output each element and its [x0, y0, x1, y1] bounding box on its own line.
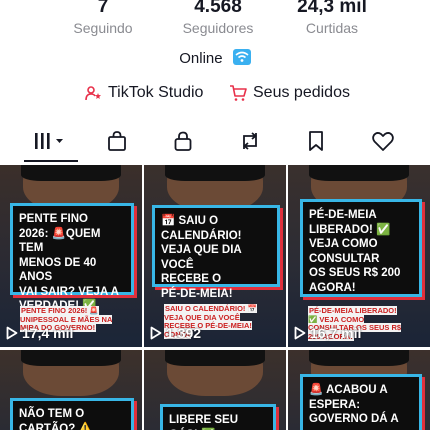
video-title-text: NÃO TEM O CARTÃO? ⚠️ VEJA: [19, 408, 93, 430]
following-stat[interactable]: 7 Seguindo: [60, 0, 146, 37]
lock-icon: [172, 130, 194, 157]
followers-label: Seguidores: [182, 20, 254, 36]
online-status: Online: [0, 49, 430, 67]
view-count: 1.392: [150, 325, 201, 341]
video-thumbnail[interactable]: PÉ-DE-MEIA LIBERADO! ✅ VEJA COMO CONSULT…: [288, 165, 430, 347]
tab-private[interactable]: [163, 126, 203, 160]
view-count: 17,4 mil: [6, 325, 73, 341]
tab-liked[interactable]: [363, 126, 403, 160]
studio-icon: [84, 84, 102, 102]
bag-icon: [106, 130, 128, 157]
video-grid: PENTE FINO 2026: 🚨QUEM TEM MENOS DE 40 A…: [0, 165, 430, 430]
tab-videos[interactable]: [24, 126, 78, 162]
likes-stat[interactable]: 24,3 mil Curtidas: [284, 0, 380, 37]
video-title-card: PÉ-DE-MEIA LIBERADO! ✅ VEJA COMO CONSULT…: [300, 199, 422, 297]
following-count: 7: [97, 0, 109, 17]
play-icon: [150, 326, 162, 340]
video-title-text: LIBERE SEU GÁS! ✅: [169, 414, 239, 430]
video-title-card: NÃO TEM O CARTÃO? ⚠️ VEJA: [10, 398, 134, 430]
likes-count: 24,3 mil: [297, 0, 367, 17]
profile-tabs: [0, 126, 430, 162]
following-label: Seguindo: [73, 20, 133, 36]
tiktok-studio-label: TikTok Studio: [108, 84, 204, 101]
view-count: 16,7 mil: [294, 325, 361, 341]
video-thumbnail[interactable]: 🚨 ACABOU A ESPERA: GOVERNO DÁ A: [288, 350, 430, 430]
profile-stats: 7 Seguindo 4.568 Seguidores 24,3 mil Cur…: [0, 0, 430, 42]
tab-shop[interactable]: [97, 126, 137, 160]
cart-icon: [229, 84, 247, 102]
video-thumbnail[interactable]: LIBERE SEU GÁS! ✅: [144, 350, 286, 430]
play-icon: [294, 326, 306, 340]
video-thumbnail[interactable]: PENTE FINO 2026: 🚨QUEM TEM MENOS DE 40 A…: [0, 165, 142, 347]
heart-icon: [371, 130, 395, 157]
video-title-card: 🚨 ACABOU A ESPERA: GOVERNO DÁ A: [300, 374, 422, 430]
video-title-text: 📅 SAIU O CALENDÁRIO! VEJA QUE DIA VOCÊ R…: [161, 215, 242, 300]
online-status-text: Online: [179, 50, 223, 67]
bookmark-icon: [306, 130, 326, 157]
tab-reposts[interactable]: [230, 126, 270, 160]
tab-favorites[interactable]: [296, 126, 336, 160]
followers-stat[interactable]: 4.568 Seguidores: [166, 0, 270, 37]
orders-button[interactable]: Seus pedidos: [229, 84, 350, 102]
orders-label: Seus pedidos: [253, 84, 350, 101]
repost-icon: [238, 130, 262, 157]
video-thumbnail[interactable]: 📅 SAIU O CALENDÁRIO! VEJA QUE DIA VOCÊ R…: [144, 165, 286, 347]
video-thumbnail[interactable]: NÃO TEM O CARTÃO? ⚠️ VEJA: [0, 350, 142, 430]
play-icon: [6, 326, 18, 340]
video-title-text: PÉ-DE-MEIA LIBERADO! ✅ VEJA COMO CONSULT…: [309, 209, 401, 294]
likes-label: Curtidas: [305, 20, 359, 36]
profile-actions: TikTok Studio Seus pedidos: [0, 84, 430, 108]
grid-icon: [32, 131, 68, 156]
video-title-card: 📅 SAIU O CALENDÁRIO! VEJA QUE DIA VOCÊ R…: [152, 205, 280, 300]
video-title-text: 🚨 ACABOU A ESPERA: GOVERNO DÁ A: [309, 384, 399, 425]
video-title-card: PENTE FINO 2026: 🚨QUEM TEM MENOS DE 40 A…: [10, 203, 134, 312]
video-title-text: PENTE FINO 2026: 🚨QUEM TEM MENOS DE 40 A…: [19, 213, 119, 312]
tiktok-studio-button[interactable]: TikTok Studio: [84, 84, 203, 102]
video-title-card: LIBERE SEU GÁS! ✅: [160, 404, 276, 430]
followers-count: 4.568: [194, 0, 242, 17]
wifi-icon: [232, 49, 251, 65]
